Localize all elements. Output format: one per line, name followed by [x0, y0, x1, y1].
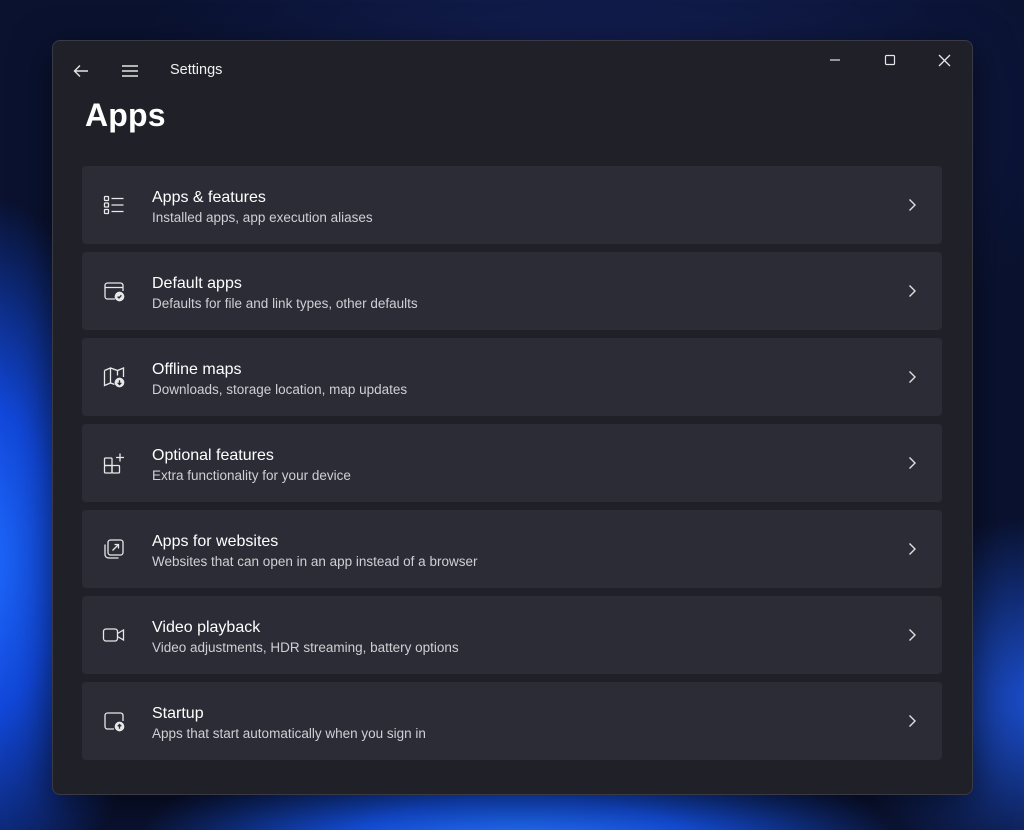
- item-description: Websites that can open in an app instead…: [152, 554, 478, 569]
- maximize-icon: [884, 54, 896, 66]
- offline-maps-item[interactable]: Offline maps Downloads, storage location…: [82, 338, 942, 416]
- item-description: Apps that start automatically when you s…: [152, 726, 426, 741]
- item-title: Apps for websites: [152, 533, 279, 550]
- video-camera-icon: [102, 623, 126, 647]
- item-title: Video playback: [152, 619, 261, 636]
- back-arrow-icon: [73, 65, 88, 77]
- page-title: Apps: [85, 97, 166, 133]
- navigation-menu-button[interactable]: [116, 57, 144, 85]
- item-title: Optional features: [152, 447, 274, 464]
- startup-item[interactable]: Startup Apps that start automatically wh…: [82, 682, 942, 760]
- video-playback-item[interactable]: Video playback Video adjustments, HDR st…: [82, 596, 942, 674]
- settings-window: Settings Apps Apps & features Installed …: [52, 40, 973, 795]
- chevron-right-icon: [902, 195, 922, 215]
- startup-icon: [102, 709, 126, 733]
- list-icon: [102, 193, 126, 217]
- close-button[interactable]: [929, 45, 959, 75]
- item-description: Installed apps, app execution aliases: [152, 210, 373, 225]
- chevron-right-icon: [902, 453, 922, 473]
- chevron-right-icon: [902, 625, 922, 645]
- item-description: Downloads, storage location, map updates: [152, 382, 408, 397]
- grid-plus-icon: [102, 451, 126, 475]
- open-external-icon: [102, 537, 126, 561]
- item-description: Video adjustments, HDR streaming, batter…: [152, 640, 459, 655]
- maximize-button[interactable]: [875, 45, 905, 75]
- default-apps-icon: [102, 279, 126, 303]
- chevron-right-icon: [902, 711, 922, 731]
- optional-features-item[interactable]: Optional features Extra functionality fo…: [82, 424, 942, 502]
- minimize-button[interactable]: [820, 45, 850, 75]
- apps-and-features-item[interactable]: Apps & features Installed apps, app exec…: [82, 166, 942, 244]
- item-title: Default apps: [152, 275, 242, 292]
- back-button[interactable]: [67, 57, 95, 85]
- apps-settings-list: Apps & features Installed apps, app exec…: [82, 166, 942, 768]
- map-download-icon: [102, 365, 126, 389]
- minimize-icon: [830, 59, 840, 61]
- hamburger-icon: [122, 65, 138, 77]
- item-description: Extra functionality for your device: [152, 468, 351, 483]
- chevron-right-icon: [902, 539, 922, 559]
- item-description: Defaults for file and link types, other …: [152, 296, 418, 311]
- title-bar: Settings: [53, 41, 972, 99]
- item-title: Startup: [152, 705, 204, 722]
- close-icon: [938, 54, 950, 66]
- item-title: Offline maps: [152, 361, 242, 378]
- chevron-right-icon: [902, 281, 922, 301]
- chevron-right-icon: [902, 367, 922, 387]
- apps-for-websites-item[interactable]: Apps for websites Websites that can open…: [82, 510, 942, 588]
- item-title: Apps & features: [152, 189, 266, 206]
- default-apps-item[interactable]: Default apps Defaults for file and link …: [82, 252, 942, 330]
- window-title: Settings: [170, 62, 223, 78]
